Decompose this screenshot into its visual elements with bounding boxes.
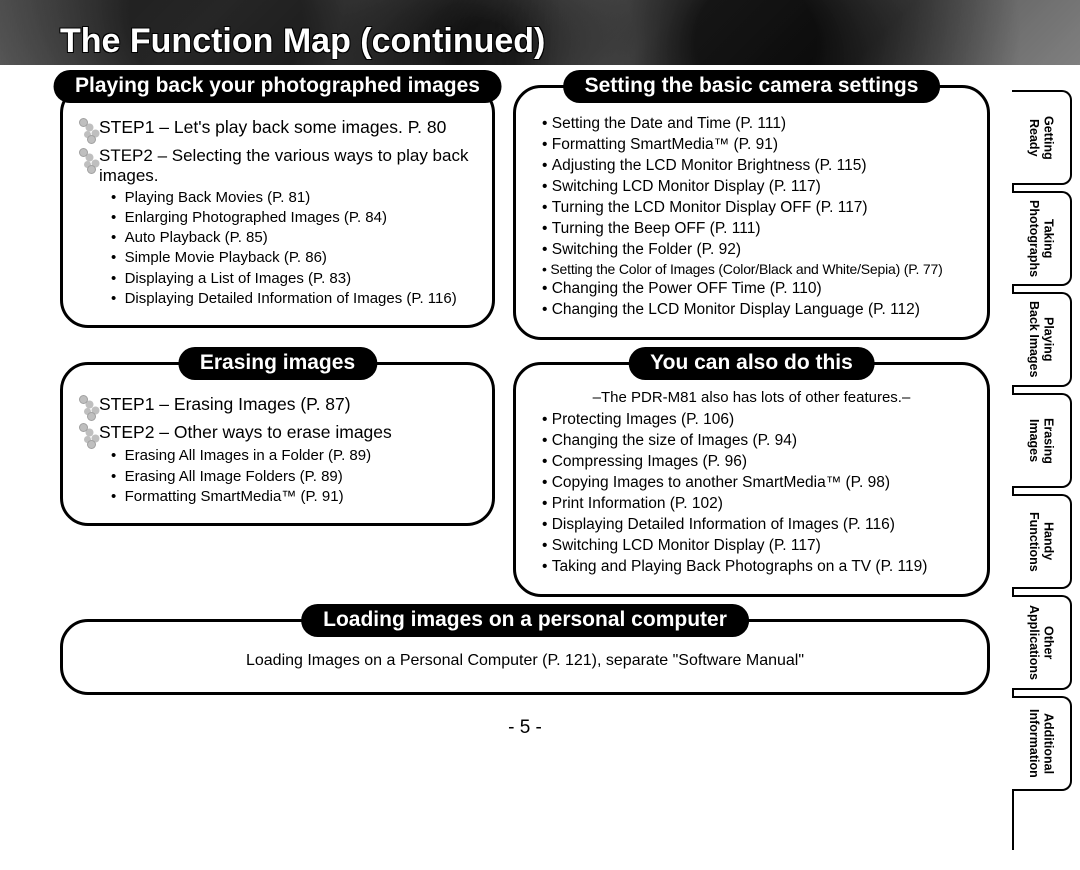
step1-text: STEP1 – Let's play back some images. P. … — [99, 117, 446, 137]
tab-label: Other Applications — [1027, 605, 1056, 680]
loading-body: Loading Images on a Personal Computer (P… — [81, 646, 969, 680]
panel-title: Setting the basic camera settings — [563, 70, 941, 103]
list-item: Compressing Images (P. 96) — [542, 452, 969, 473]
list-item: Displaying a List of Images (P. 83) — [111, 269, 474, 289]
erasing-list: Erasing All Images in a Folder (P. 89) E… — [81, 446, 474, 507]
subnote: –The PDR-M81 also has lots of other feat… — [534, 389, 969, 408]
tab-label: Getting Ready — [1027, 116, 1056, 160]
tab-label: Additional Information — [1027, 709, 1056, 778]
list-item: Formatting SmartMedia™ (P. 91) — [111, 487, 474, 507]
list-item: Changing the Power OFF Time (P. 110) — [542, 279, 969, 300]
beads-icon — [79, 118, 99, 144]
panel-loading: Loading images on a personal computer Lo… — [60, 619, 990, 695]
page-number: - 5 - — [60, 717, 990, 739]
list-item: Setting the Color of Images (Color/Black… — [542, 260, 969, 279]
list-item: Turning the LCD Monitor Display OFF (P. … — [542, 198, 969, 219]
list-item: Print Information (P. 102) — [542, 494, 969, 515]
list-item: Adjusting the LCD Monitor Brightness (P.… — [542, 156, 969, 177]
list-item: Enlarging Photographed Images (P. 84) — [111, 208, 474, 228]
tab-label: Erasing Images — [1027, 418, 1056, 464]
beads-icon — [79, 395, 99, 421]
step1: STEP1 – Erasing Images (P. 87) — [81, 393, 474, 417]
also-list: Protecting Images (P. 106) Changing the … — [534, 410, 969, 577]
list-item: Switching the Folder (P. 92) — [542, 240, 969, 261]
playing-back-list: Playing Back Movies (P. 81) Enlarging Ph… — [81, 188, 474, 310]
panel-title: Erasing images — [178, 347, 377, 380]
tab-other-applications[interactable]: Other Applications — [1012, 595, 1072, 690]
step2-text: STEP2 – Selecting the various ways to pl… — [99, 146, 468, 185]
tab-taking-photographs[interactable]: Taking Photographs — [1012, 191, 1072, 286]
list-item: Setting the Date and Time (P. 111) — [542, 114, 969, 135]
list-item: Protecting Images (P. 106) — [542, 410, 969, 431]
list-item: Displaying Detailed Information of Image… — [111, 289, 474, 309]
settings-list: Setting the Date and Time (P. 111) Forma… — [534, 114, 969, 321]
list-item: Simple Movie Playback (P. 86) — [111, 248, 474, 268]
tab-playing-back-images[interactable]: Playing Back Images — [1012, 292, 1072, 387]
panel-title: You can also do this — [628, 347, 875, 380]
step2: STEP2 – Other ways to erase images — [81, 421, 474, 445]
tab-additional-information[interactable]: Additional Information — [1012, 696, 1072, 791]
list-item: Switching LCD Monitor Display (P. 117) — [542, 536, 969, 557]
panel-erasing: Erasing images STEP1 – Erasing Images (P… — [60, 362, 495, 526]
panel-also: You can also do this –The PDR-M81 also h… — [513, 362, 990, 596]
tab-label: Handy Functions — [1027, 512, 1056, 572]
step1: STEP1 – Let's play back some images. P. … — [81, 116, 474, 140]
list-item: Copying Images to another SmartMedia™ (P… — [542, 473, 969, 494]
list-item: Erasing All Images in a Folder (P. 89) — [111, 446, 474, 466]
list-item: Playing Back Movies (P. 81) — [111, 188, 474, 208]
tab-erasing-images[interactable]: Erasing Images — [1012, 393, 1072, 488]
beads-icon — [79, 423, 99, 449]
panel-playing-back: Playing back your photographed images ST… — [60, 85, 495, 328]
step2: STEP2 – Selecting the various ways to pl… — [81, 146, 474, 186]
step2-text: STEP2 – Other ways to erase images — [99, 422, 392, 442]
list-item: Auto Playback (P. 85) — [111, 228, 474, 248]
list-item: Turning the Beep OFF (P. 111) — [542, 219, 969, 240]
main-content: Playing back your photographed images ST… — [60, 85, 990, 739]
panel-settings: Setting the basic camera settings Settin… — [513, 85, 990, 340]
panel-title: Loading images on a personal computer — [301, 604, 749, 637]
list-item: Taking and Playing Back Photographs on a… — [542, 557, 969, 578]
tab-label: Taking Photographs — [1027, 200, 1056, 277]
list-item: Formatting SmartMedia™ (P. 91) — [542, 135, 969, 156]
list-item: Switching LCD Monitor Display (P. 117) — [542, 177, 969, 198]
step1-text: STEP1 – Erasing Images (P. 87) — [99, 394, 351, 414]
list-item: Erasing All Image Folders (P. 89) — [111, 467, 474, 487]
tab-getting-ready[interactable]: Getting Ready — [1012, 90, 1072, 185]
page-title: The Function Map (continued) — [60, 22, 960, 68]
panel-title: Playing back your photographed images — [53, 70, 502, 103]
list-item: Changing the size of Images (P. 94) — [542, 431, 969, 452]
side-tabs: Getting Ready Taking Photographs Playing… — [1012, 90, 1072, 850]
list-item: Changing the LCD Monitor Display Languag… — [542, 300, 969, 321]
beads-icon — [79, 148, 99, 174]
list-item: Displaying Detailed Information of Image… — [542, 515, 969, 536]
tab-handy-functions[interactable]: Handy Functions — [1012, 494, 1072, 589]
tab-label: Playing Back Images — [1027, 301, 1056, 377]
